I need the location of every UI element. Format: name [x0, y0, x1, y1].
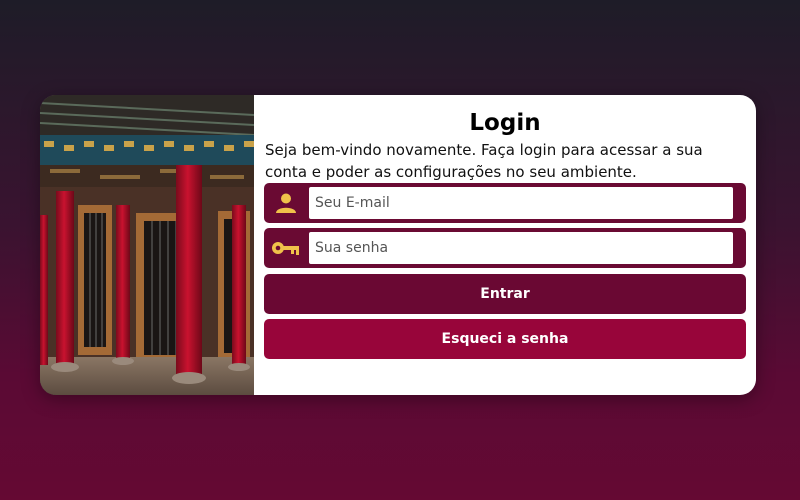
login-title: Login — [469, 110, 541, 136]
enter-button[interactable]: Entrar — [264, 274, 746, 314]
password-input[interactable] — [309, 232, 733, 264]
temple-illustration — [40, 95, 254, 395]
key-icon — [270, 232, 302, 264]
password-field-group — [264, 228, 746, 268]
email-input[interactable] — [309, 187, 733, 219]
temple-photo — [40, 95, 254, 395]
forgot-password-button[interactable]: Esqueci a senha — [264, 319, 746, 359]
login-form: Login Seja bem-vindo novamente. Faça log… — [264, 95, 746, 395]
welcome-text: Seja bem-vindo novamente. Faça login par… — [265, 141, 703, 181]
user-icon — [270, 187, 302, 219]
login-card: Login Seja bem-vindo novamente. Faça log… — [40, 95, 756, 395]
email-field-group — [264, 183, 746, 223]
